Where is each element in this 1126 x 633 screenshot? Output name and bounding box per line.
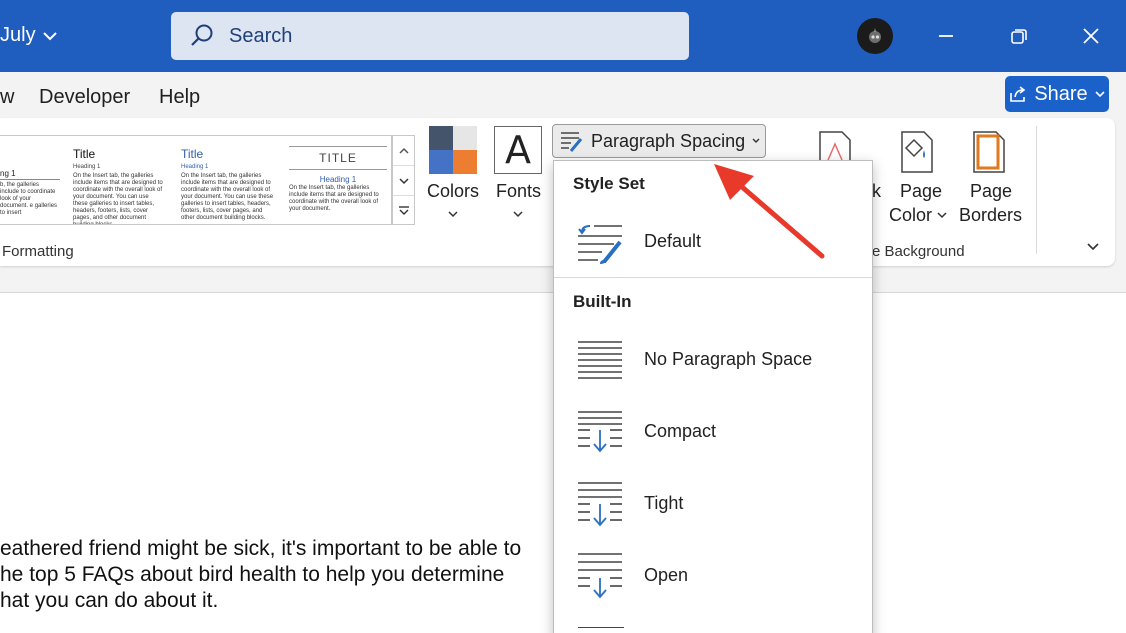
- no-paragraph-space-icon: [578, 341, 622, 379]
- style-set-gallery[interactable]: ng 1 b, the galleries include to coordin…: [0, 135, 392, 225]
- menu-item-open[interactable]: Open: [554, 543, 872, 607]
- style-thumb-3[interactable]: Title Heading 1 On the Insert tab, the g…: [181, 146, 281, 222]
- paragraph-spacing-icon: [561, 132, 583, 152]
- thumb-title: Title: [181, 147, 204, 161]
- menu-item-compact[interactable]: Compact: [554, 399, 872, 463]
- search-placeholder: Search: [229, 24, 293, 47]
- colors-label: Colors: [427, 181, 480, 201]
- open-spacing-icon: [578, 553, 622, 599]
- menu-divider: [554, 277, 872, 278]
- document-name: July: [0, 24, 36, 46]
- thumb-body: On the Insert tab, the galleries include…: [289, 185, 379, 212]
- swatch-blue: [429, 150, 453, 174]
- colors-button[interactable]: [429, 126, 477, 174]
- swatch-light: [453, 126, 477, 150]
- chevron-down-icon: [937, 212, 947, 219]
- search-icon: [191, 24, 213, 46]
- compact-spacing-icon: [578, 411, 622, 453]
- page-borders-label-1: Page: [970, 181, 1013, 201]
- doc-text-line-3: hat you can do about it.: [0, 589, 219, 612]
- restore-button[interactable]: [1003, 20, 1035, 52]
- tight-label: Tight: [644, 492, 684, 513]
- doc-text-line-2: he top 5 FAQs about bird health to help …: [0, 563, 505, 586]
- thumb-heading: Heading 1: [319, 175, 357, 184]
- page-background-group-label: e Background: [872, 243, 965, 260]
- profile-picture-icon: [869, 28, 881, 43]
- page-borders-icon[interactable]: [972, 130, 1006, 174]
- tab-help[interactable]: Help: [159, 86, 200, 109]
- paragraph-spacing-label: Paragraph Spacing: [591, 130, 746, 151]
- chevron-down-icon: [752, 138, 760, 143]
- built-in-heading: Built-In: [573, 292, 632, 311]
- gallery-more-button[interactable]: [393, 196, 414, 226]
- open-label: Open: [644, 564, 689, 585]
- tab-review[interactable]: w: [0, 86, 14, 109]
- gallery-down-button[interactable]: [393, 166, 414, 196]
- title-bar: July Search: [0, 0, 1126, 72]
- swatch-dark: [429, 126, 453, 150]
- page-color-icon[interactable]: [898, 130, 936, 174]
- chevron-down-icon: [398, 177, 409, 184]
- minimize-button[interactable]: [930, 20, 962, 52]
- next-item-partial: [578, 627, 624, 628]
- ribbon-tabs: w Developer Help: [0, 72, 1126, 118]
- tight-spacing-icon: [578, 482, 622, 527]
- page-color-label-1: Page: [900, 181, 943, 201]
- close-icon: [1083, 28, 1099, 44]
- document-name-button[interactable]: July: [0, 24, 58, 47]
- thumb-body: On the Insert tab, the galleries include…: [73, 173, 163, 225]
- thumb-body: On the Insert tab, the galleries include…: [181, 173, 274, 221]
- thumb-body: b, the galleries include to coordinate l…: [0, 182, 58, 216]
- chevron-up-icon: [398, 147, 409, 154]
- default-spacing-icon: [578, 225, 622, 264]
- word-window: July Search w Developer Help Share ng 1 …: [0, 0, 1126, 633]
- default-label: Default: [644, 230, 702, 251]
- fonts-glyph: A: [505, 128, 531, 172]
- compact-label: Compact: [644, 420, 717, 441]
- close-button[interactable]: [1075, 20, 1107, 52]
- chevron-down-icon: [513, 211, 523, 218]
- swatch-orange: [453, 150, 477, 174]
- share-label: Share: [1034, 82, 1088, 105]
- menu-item-no-paragraph-space[interactable]: No Paragraph Space: [554, 327, 872, 391]
- doc-text-line-1: eathered friend might be sick, it's impo…: [0, 537, 522, 560]
- thumb-heading: Heading 1: [181, 164, 209, 170]
- chevron-down-icon: [448, 211, 458, 218]
- share-button[interactable]: Share: [1005, 76, 1109, 112]
- tab-developer[interactable]: Developer: [39, 86, 130, 109]
- more-icon: [398, 206, 409, 215]
- style-thumb-2[interactable]: Title Heading 1 On the Insert tab, the g…: [73, 146, 173, 225]
- gallery-up-button[interactable]: [393, 136, 414, 166]
- thumb-heading: Heading 1: [73, 164, 101, 170]
- chevron-down-icon: [1095, 91, 1105, 98]
- group-divider: [1036, 126, 1037, 254]
- no-paragraph-space-label: No Paragraph Space: [644, 348, 813, 369]
- menu-item-tight[interactable]: Tight: [554, 471, 872, 535]
- restore-icon: [1011, 29, 1027, 44]
- collapse-ribbon-icon[interactable]: [1085, 239, 1101, 255]
- style-thumb-4[interactable]: TITLE Heading 1 On the Insert tab, the g…: [289, 146, 387, 213]
- gallery-scroll: [392, 135, 415, 225]
- watermark-label: k: [872, 181, 881, 201]
- thumb-title: TITLE: [319, 151, 357, 165]
- fonts-button[interactable]: A: [494, 126, 542, 174]
- page-borders-label-2: Borders: [959, 205, 1023, 225]
- share-icon: [1010, 86, 1026, 102]
- annotation-arrow-icon: [714, 164, 825, 259]
- style-set-heading: Style Set: [573, 174, 645, 193]
- document-formatting-group-label: Formatting: [2, 243, 74, 260]
- minimize-icon: [939, 35, 953, 37]
- chevron-down-icon: [42, 31, 57, 40]
- fonts-label: Fonts: [496, 181, 542, 201]
- page-color-label-2: Color: [889, 205, 933, 225]
- avatar[interactable]: [857, 18, 893, 54]
- thumb-title: Title: [73, 147, 96, 161]
- search-box[interactable]: Search: [171, 12, 689, 60]
